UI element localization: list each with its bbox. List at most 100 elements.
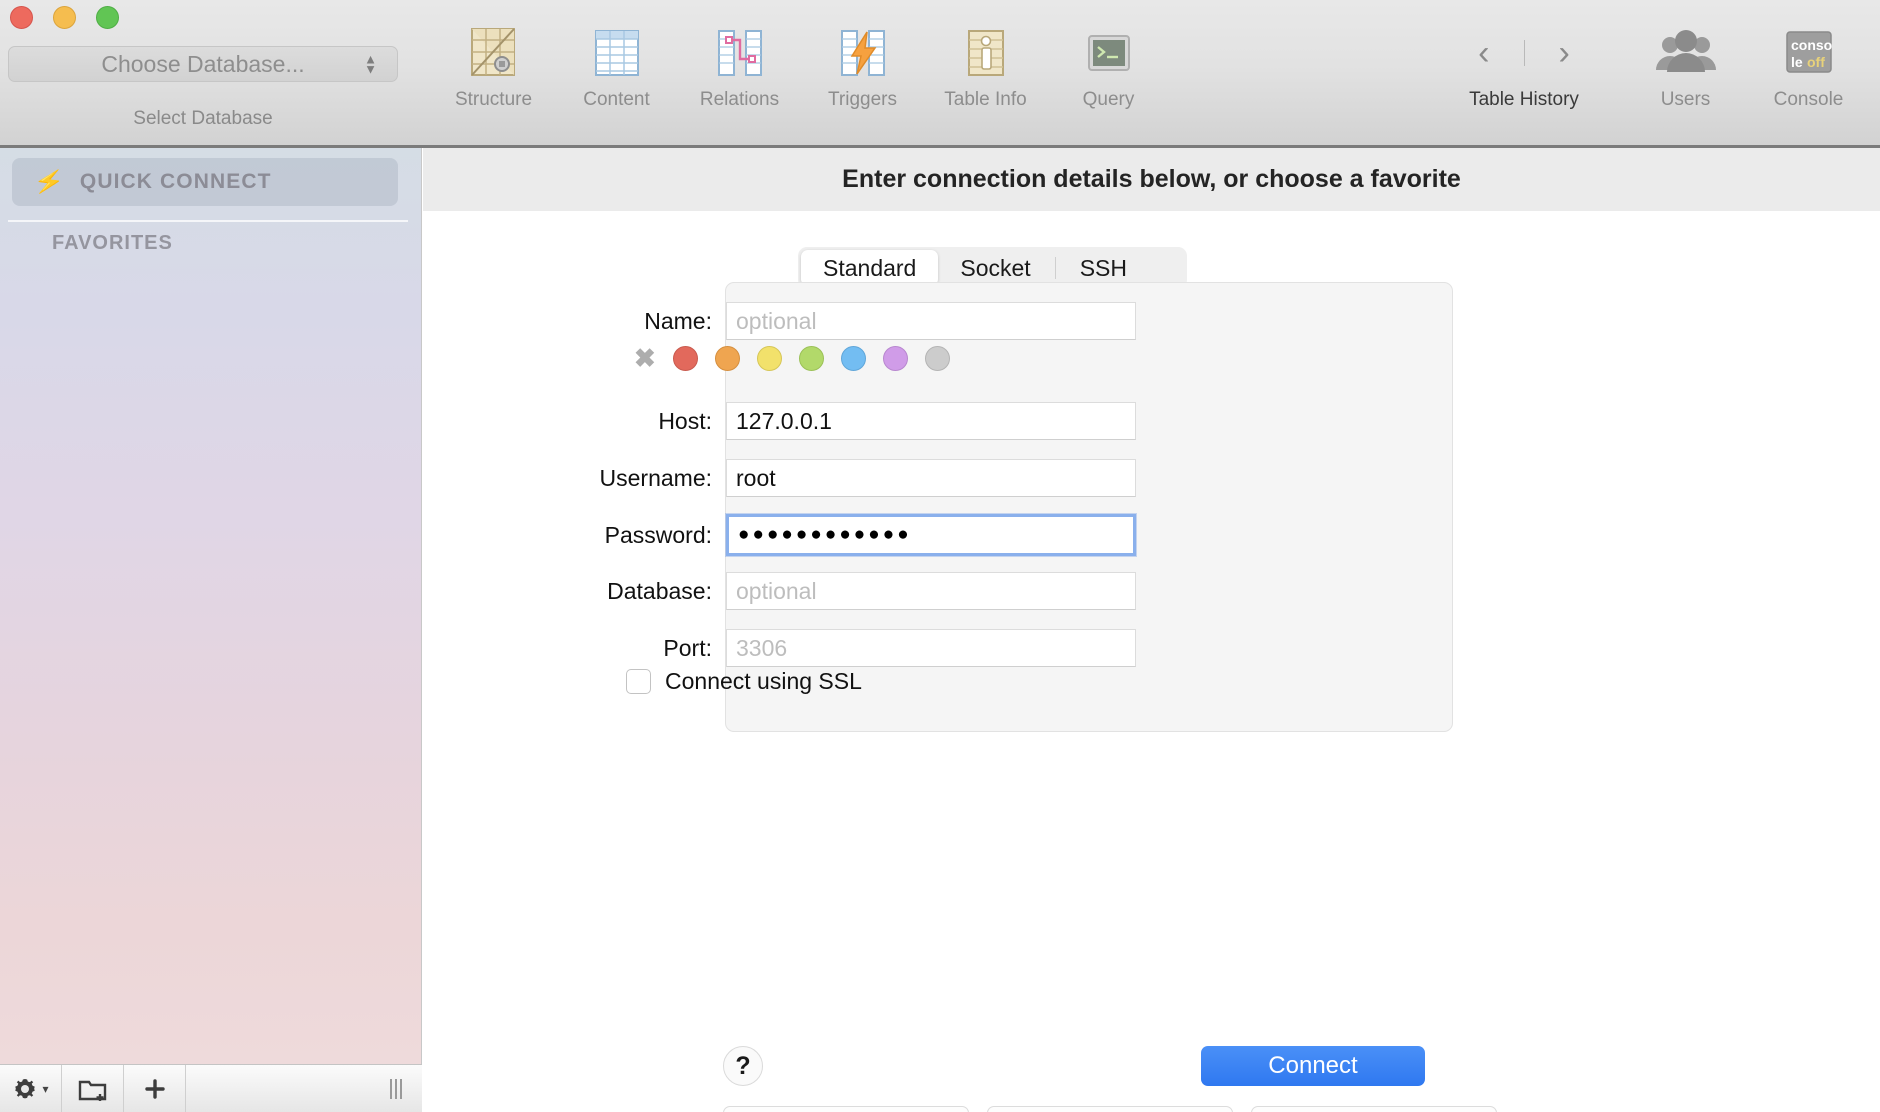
toolbar-item-console[interactable]: conso le off Console bbox=[1747, 24, 1870, 111]
color-swatch-green[interactable] bbox=[798, 345, 824, 371]
name-field[interactable]: optional bbox=[726, 302, 1136, 340]
relations-icon bbox=[714, 24, 766, 82]
sidebar-divider bbox=[8, 220, 408, 222]
toolbar-label: Query bbox=[1082, 89, 1135, 110]
close-button[interactable] bbox=[10, 6, 33, 29]
sidebar-footer-toolbar: ▾ bbox=[0, 1064, 422, 1112]
toolbar-item-query[interactable]: Query bbox=[1047, 24, 1170, 111]
chevron-left-icon[interactable]: ‹ bbox=[1478, 36, 1489, 70]
toolbar-label: Relations bbox=[699, 89, 780, 110]
triggers-icon bbox=[837, 24, 889, 82]
tab-ssh[interactable]: SSH bbox=[1058, 250, 1149, 286]
form-row-host: Host: 127.0.0.1 bbox=[521, 402, 1136, 440]
toolbar-label: Triggers bbox=[828, 89, 897, 110]
ssl-checkbox[interactable] bbox=[626, 669, 651, 694]
color-swatch-yellow[interactable] bbox=[756, 345, 782, 371]
structure-icon bbox=[468, 24, 520, 82]
toolbar-item-users[interactable]: Users bbox=[1624, 24, 1747, 111]
toolbar-item-relations[interactable]: Relations bbox=[678, 24, 801, 111]
nav-divider bbox=[1523, 40, 1525, 66]
tab-standard[interactable]: Standard bbox=[801, 250, 939, 286]
new-folder-button[interactable] bbox=[62, 1065, 124, 1112]
toolbar-item-triggers[interactable]: Triggers bbox=[801, 24, 924, 111]
resize-grip[interactable] bbox=[370, 1065, 422, 1112]
caret-down-icon: ▾ bbox=[42, 1081, 49, 1096]
toolbar-item-table-history[interactable]: ‹ › Table History bbox=[1424, 24, 1624, 111]
port-label: Port: bbox=[663, 634, 712, 661]
settings-gear-button[interactable]: ▾ bbox=[0, 1065, 62, 1112]
ssl-label: Connect using SSL bbox=[665, 668, 862, 694]
zoom-button[interactable] bbox=[96, 6, 119, 29]
ssl-checkbox-row[interactable]: Connect using SSL bbox=[626, 668, 862, 695]
form-row-database: Database: optional bbox=[521, 572, 1136, 610]
toolbar-right-group: ‹ › Table History Users conso le off Con… bbox=[1424, 24, 1870, 111]
svg-text:conso: conso bbox=[1791, 37, 1832, 53]
page-title: Enter connection details below, or choos… bbox=[842, 165, 1461, 193]
choose-database-dropdown[interactable]: Choose Database... ▲ ▼ bbox=[8, 46, 398, 82]
color-swatch-red[interactable] bbox=[672, 345, 698, 371]
add-favorite-button[interactable] bbox=[124, 1065, 186, 1112]
favorites-sidebar: ⚡ QUICK CONNECT FAVORITES bbox=[0, 148, 422, 1064]
table-info-icon bbox=[960, 24, 1012, 82]
favorites-header: FAVORITES bbox=[52, 232, 173, 254]
window-traffic-lights bbox=[10, 6, 119, 29]
password-field[interactable]: ●●●●●●●●●●●● bbox=[726, 514, 1136, 556]
help-button[interactable]: ? bbox=[723, 1046, 763, 1086]
query-terminal-icon bbox=[1083, 24, 1135, 82]
save-changes-button: Save changes bbox=[987, 1106, 1233, 1112]
toolbar-label: Table History bbox=[1469, 89, 1579, 110]
add-to-favorites-button[interactable]: Add to Favorites bbox=[723, 1106, 969, 1112]
color-swatch-orange[interactable] bbox=[714, 345, 740, 371]
test-connection-button[interactable]: Test connection bbox=[1251, 1106, 1497, 1112]
toolbar-label: Console bbox=[1773, 89, 1844, 110]
host-field[interactable]: 127.0.0.1 bbox=[726, 402, 1136, 440]
color-swatch-gray[interactable] bbox=[924, 345, 950, 371]
toolbar-items: Structure Content Relations Triggers Tab… bbox=[432, 24, 1170, 111]
svg-text:le: le bbox=[1791, 54, 1803, 70]
color-swatch-purple[interactable] bbox=[882, 345, 908, 371]
password-label: Password: bbox=[604, 521, 712, 548]
form-row-password: Password: ●●●●●●●●●●●● bbox=[521, 514, 1136, 556]
tab-divider bbox=[1054, 257, 1056, 279]
toolbar-label: Content bbox=[583, 89, 650, 110]
favorite-color-swatches: ✖ bbox=[626, 345, 950, 371]
lightning-bolt-icon: ⚡ bbox=[32, 166, 66, 198]
name-label: Name: bbox=[644, 307, 712, 334]
footer-spacer bbox=[186, 1065, 370, 1112]
select-database-caption: Select Database bbox=[133, 108, 273, 129]
connection-pane: Enter connection details below, or choos… bbox=[423, 148, 1880, 1112]
toolbar-item-content[interactable]: Content bbox=[555, 24, 678, 111]
host-label: Host: bbox=[658, 407, 712, 434]
port-field[interactable]: 3306 bbox=[726, 629, 1136, 667]
plus-icon bbox=[144, 1078, 165, 1099]
sidebar-item-quick-connect[interactable]: ⚡ QUICK CONNECT bbox=[12, 158, 398, 206]
users-icon bbox=[1654, 24, 1718, 82]
connection-header: Enter connection details below, or choos… bbox=[423, 148, 1880, 211]
connect-button[interactable]: Connect bbox=[1201, 1046, 1425, 1086]
tab-socket[interactable]: Socket bbox=[938, 250, 1052, 286]
toolbar-label: Users bbox=[1660, 89, 1711, 110]
no-color-icon[interactable]: ✖ bbox=[634, 345, 656, 371]
database-label: Database: bbox=[607, 577, 712, 604]
console-icon: conso le off bbox=[1780, 24, 1838, 82]
sequel-pro-window: Choose Database... ▲ ▼ Select Database S… bbox=[0, 0, 1880, 1112]
form-row-username: Username: root bbox=[521, 459, 1136, 497]
content-table-icon bbox=[591, 24, 643, 82]
quick-connect-label: QUICK CONNECT bbox=[79, 170, 272, 193]
action-button-row: Add to Favorites Save changes Test conne… bbox=[723, 1106, 1497, 1112]
svg-text:off: off bbox=[1807, 54, 1825, 70]
choose-database-value: Choose Database... bbox=[101, 50, 305, 77]
chevron-right-icon[interactable]: › bbox=[1559, 36, 1570, 70]
username-label: Username: bbox=[599, 464, 712, 491]
window-toolbar: Choose Database... ▲ ▼ Select Database S… bbox=[0, 0, 1880, 148]
folder-icon bbox=[78, 1080, 106, 1101]
gear-icon bbox=[15, 1078, 36, 1098]
database-field[interactable]: optional bbox=[726, 572, 1136, 610]
minimize-button[interactable] bbox=[53, 6, 76, 29]
toolbar-label: Table Info bbox=[944, 89, 1027, 110]
color-swatch-blue[interactable] bbox=[840, 345, 866, 371]
username-field[interactable]: root bbox=[726, 459, 1136, 497]
toolbar-label: Structure bbox=[454, 89, 533, 110]
toolbar-item-structure[interactable]: Structure bbox=[432, 24, 555, 111]
toolbar-item-table-info[interactable]: Table Info bbox=[924, 24, 1047, 111]
